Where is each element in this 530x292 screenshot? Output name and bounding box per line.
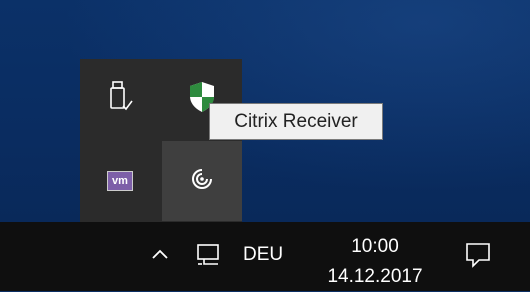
chevron-up-icon [151,247,169,265]
hidden-icons-flyout: vm [80,59,242,224]
notification-icon [464,240,492,273]
tooltip: Citrix Receiver [209,103,383,140]
vmware-tools-icon: vm [107,171,133,191]
clock-date: 14.12.2017 [327,266,423,287]
network-wired-icon [195,242,223,273]
tray-item-citrix-receiver[interactable] [162,141,242,221]
input-language-button[interactable]: DEU [243,244,283,266]
taskbar: DEU 10:00 14.12.2017 [0,222,530,291]
network-button[interactable] [191,240,227,274]
citrix-receiver-icon [190,167,214,195]
tray-item-vmware[interactable]: vm [80,141,160,221]
clock-time: 10:00 [351,236,399,257]
usb-safely-remove-icon [105,80,135,118]
show-hidden-icons-button[interactable] [145,236,175,276]
clock-button[interactable]: 10:00 14.12.2017 [310,232,440,292]
action-center-button[interactable] [460,238,496,274]
tray-item-usb[interactable] [80,59,160,139]
